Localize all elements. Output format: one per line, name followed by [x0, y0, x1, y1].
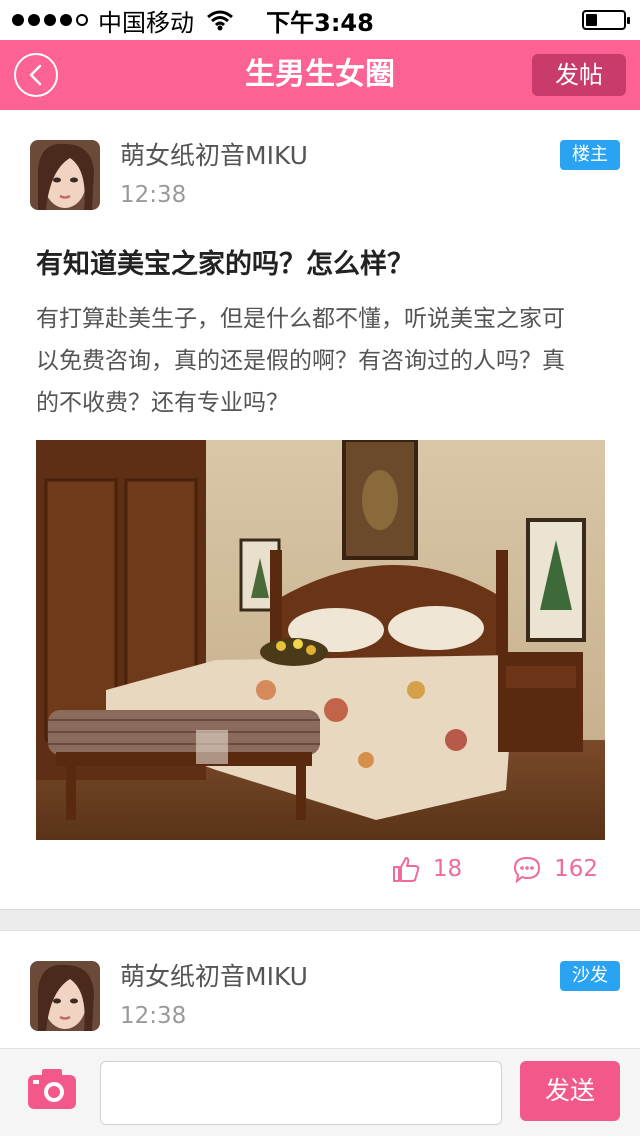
nav-bar: 生男生女圈 发帖: [0, 40, 640, 110]
author-avatar[interactable]: [30, 140, 100, 210]
post-body: 有打算赴美生子，但是什么都不懂，听说美宝之家可以免费咨询，真的还是假的啊？有咨询…: [36, 306, 565, 416]
chevron-left-icon: [29, 64, 42, 86]
like-count: 18: [432, 856, 463, 882]
reply-time: 12:38: [120, 1003, 187, 1029]
comment-bubble-icon: [514, 856, 541, 883]
battery-level: [586, 14, 597, 26]
comment-count: 162: [554, 856, 598, 882]
reply-card: 萌女纸初音MIKU 12:38 沙发: [0, 930, 640, 1050]
app-screen: 中国移动 下午3:48 生男生女圈 发帖 萌女纸初音MIKU 12:38 楼主 …: [0, 0, 640, 1136]
battery-icon: [582, 10, 630, 30]
bedroom-photo: [36, 440, 605, 840]
post-card: 萌女纸初音MIKU 12:38 楼主 有知道美宝之家的吗？怎么样？ 有打算赴美生…: [0, 110, 640, 910]
carrier-name: 中国移动: [98, 8, 194, 37]
message-input[interactable]: [100, 1061, 502, 1125]
status-time: 下午3:48: [266, 8, 374, 37]
avatar-image: [30, 140, 100, 210]
author-name[interactable]: 萌女纸初音MIKU: [120, 136, 308, 172]
camera-button[interactable]: [26, 1067, 78, 1111]
status-bar: 中国移动 下午3:48: [0, 0, 640, 40]
post-time: 12:38: [120, 182, 187, 208]
new-post-button[interactable]: 发帖: [532, 54, 626, 96]
post-title: 有知道美宝之家的吗？怎么样？: [36, 249, 414, 280]
comment-button[interactable]: 162: [512, 855, 598, 883]
status-badge: 楼主: [560, 140, 620, 170]
composer-bar: 发送: [0, 1048, 640, 1136]
wifi-icon: [207, 10, 233, 31]
reply-author-name[interactable]: 萌女纸初音MIKU: [120, 957, 308, 993]
camera-icon: [28, 1069, 76, 1109]
post-stats: 18 162: [391, 854, 598, 884]
back-button[interactable]: [14, 53, 58, 97]
post-photo[interactable]: [36, 440, 605, 840]
thumbs-up-icon: [392, 857, 420, 882]
avatar-image: [30, 961, 100, 1031]
signal-strength-icon: [12, 14, 88, 26]
like-button[interactable]: 18: [391, 854, 462, 884]
send-button[interactable]: 发送: [520, 1061, 620, 1121]
reply-badge: 沙发: [560, 961, 620, 991]
reply-author-avatar[interactable]: [30, 961, 100, 1031]
